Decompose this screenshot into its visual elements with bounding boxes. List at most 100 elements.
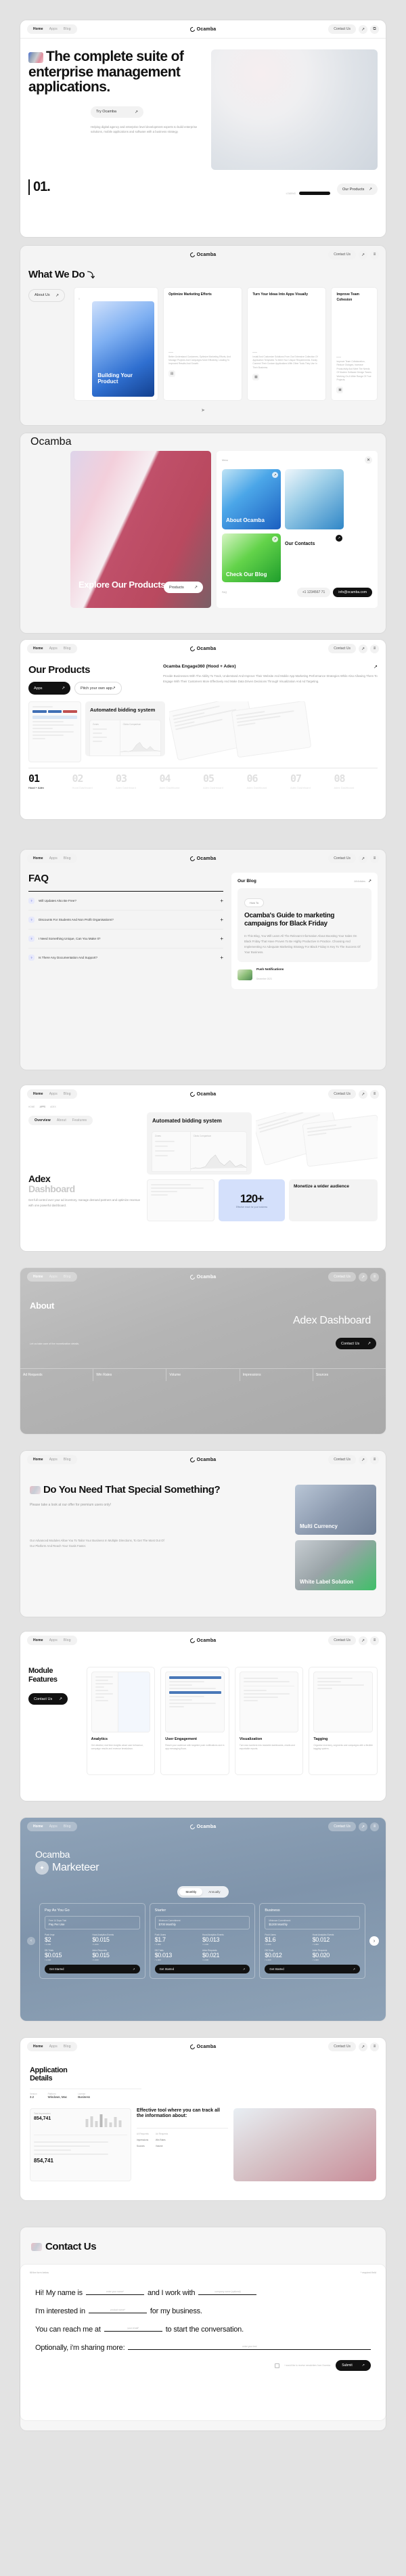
module-card[interactable]: Visualization Turn raw numbers into read… <box>234 1667 304 1775</box>
get-started-button[interactable]: Get Started ↗ <box>265 1965 361 1973</box>
email-field[interactable]: your email* <box>104 2323 162 2332</box>
faq-item[interactable]: ? Discounts For Students And Non Profit … <box>28 911 223 930</box>
nav-item-blog[interactable]: Blog <box>64 856 71 860</box>
feature-card[interactable]: ○ Building Your Product <box>74 287 159 401</box>
nav-links[interactable]: Home Apps Blog <box>27 24 77 34</box>
nav-item-home[interactable]: Home <box>33 1825 43 1829</box>
menu-tile-blog[interactable]: ↗ Check Our Blog <box>222 533 281 582</box>
contact-us-chip[interactable]: Contact Us <box>328 854 356 863</box>
brand-logo[interactable]: Ocamba <box>179 251 227 258</box>
nav-links[interactable]: Home Apps Blog <box>27 1822 77 1831</box>
menu-icon[interactable]: ≡ <box>370 1822 379 1831</box>
arrow-up-right-icon[interactable]: ↗ <box>359 1636 367 1645</box>
brand-logo[interactable]: Ocamba <box>27 436 71 448</box>
module-card[interactable]: Tagging Organise inventory, segments and… <box>309 1667 378 1775</box>
adex-tabs[interactable]: Overview About Features <box>28 1116 93 1125</box>
product-index-item[interactable]: 06 Adex Dashboard <box>247 772 291 790</box>
brand-logo[interactable]: Ocamba <box>179 2043 227 2050</box>
company-field[interactable]: company name (optional) <box>198 2286 257 2295</box>
arrow-up-right-icon[interactable]: ↗ <box>359 1455 367 1464</box>
get-started-button[interactable]: Get Started ↗ <box>45 1965 140 1973</box>
product-index-item[interactable]: 02 Hood Dashboard <box>72 772 116 790</box>
contact-us-chip[interactable]: Contact Us <box>328 1455 356 1464</box>
nav-links[interactable]: Home Apps Blog <box>27 1272 77 1282</box>
pricing-card[interactable]: Starter Minimum Commitment $700 Monthly … <box>149 1903 256 1979</box>
nav-item-apps[interactable]: Apps <box>49 647 58 651</box>
submit-button[interactable]: Submit ↗ <box>336 2360 371 2371</box>
dashboard-screenshot[interactable]: Total Impressions 854,741 854,741 <box>30 2108 131 2181</box>
arrow-up-right-icon[interactable]: ↗ <box>359 24 367 34</box>
arrow-up-right-icon[interactable]: ↗ <box>359 854 367 863</box>
tab-about[interactable]: About <box>57 1118 66 1122</box>
arrow-up-right-icon[interactable]: ↗ <box>368 879 371 883</box>
get-started-button[interactable]: Get Started ↗ <box>154 1965 250 1973</box>
message-field[interactable]: enter your text <box>128 2341 371 2350</box>
arrow-up-right-icon[interactable]: ↗ <box>359 250 367 259</box>
nav-item-blog[interactable]: Blog <box>64 1275 71 1279</box>
nav-links[interactable]: Home Apps Blog <box>27 2042 77 2051</box>
contact-us-chip[interactable]: Contact Us <box>328 1272 356 1282</box>
faq-item[interactable]: ? Will Updates Also Be Free? + <box>28 892 223 911</box>
our-products-button[interactable]: Our Products ↗ <box>337 183 378 195</box>
brand-logo[interactable]: Ocamba <box>179 1456 227 1463</box>
brand-logo[interactable]: Ocamba <box>179 1823 227 1830</box>
arrow-up-right-icon[interactable]: ↗ <box>359 1272 367 1282</box>
brand-logo[interactable]: Ocamba <box>179 1091 227 1097</box>
product-index-item[interactable]: 05 Adex Dashboard <box>203 772 247 790</box>
nav-item-apps[interactable]: Apps <box>49 856 58 860</box>
nav-item-home[interactable]: Home <box>33 1458 43 1462</box>
pitch-app-button[interactable]: Pitch your own app ↗ <box>74 682 122 695</box>
product-index-item[interactable]: 03 Adex Dashboard <box>116 772 160 790</box>
automated-bidding-card[interactable]: Automated bidding system Zones Clicks Co… <box>85 701 165 756</box>
dashboard-screenshot[interactable] <box>147 1179 215 1221</box>
nav-item-apps[interactable]: Apps <box>49 1092 58 1096</box>
nav-item-home[interactable]: Home <box>33 27 43 31</box>
arrow-up-right-icon[interactable]: ↗ <box>359 1822 367 1831</box>
menu-icon[interactable]: ≡ <box>370 1272 379 1282</box>
menu-icon[interactable]: ≡ <box>370 250 379 259</box>
nav-links[interactable]: Home Apps Blog <box>27 644 77 653</box>
contact-us-chip[interactable]: Contact Us <box>328 1636 356 1645</box>
contact-us-button[interactable]: Contact Us ↗ <box>28 1693 68 1705</box>
module-card[interactable]: Analytics Get detailed, real time insigh… <box>86 1667 156 1775</box>
nav-item-blog[interactable]: Blog <box>64 1638 71 1642</box>
monetize-card[interactable]: Monetize a wider audience <box>289 1179 378 1221</box>
what-we-do-card[interactable]: Optimize Marketing Efforts Better Unders… <box>163 287 243 401</box>
link-icon[interactable]: ⧉ <box>370 24 379 34</box>
menu-icon[interactable]: ≡ <box>370 1636 379 1645</box>
contact-us-chip[interactable]: Contact Us <box>328 1822 356 1831</box>
arrow-up-right-icon[interactable]: ↗ <box>359 1089 367 1099</box>
brand-logo[interactable]: Ocamba <box>179 26 227 32</box>
nav-item-home[interactable]: Home <box>33 856 43 860</box>
try-ocamba-button[interactable]: Try Ocamba ↗ <box>91 106 143 118</box>
toggle-monthly[interactable]: Monthly <box>179 1888 203 1896</box>
nav-item-blog[interactable]: Blog <box>64 2045 71 2049</box>
nav-item-apps[interactable]: Apps <box>49 2045 58 2049</box>
menu-icon[interactable]: ≡ <box>370 1455 379 1464</box>
arrow-up-right-icon[interactable]: ↗ <box>359 2042 367 2051</box>
breadcrumb-adex[interactable]: ADEX <box>50 1106 56 1108</box>
nav-item-blog[interactable]: Blog <box>64 1092 71 1096</box>
nav-item-home[interactable]: Home <box>33 2045 43 2049</box>
tab-features[interactable]: Features <box>72 1118 87 1122</box>
product-index-row[interactable]: 01 Hood + Adex 02 Hood Dashboard 03 Adex… <box>28 772 378 790</box>
product-index-item[interactable]: 04 Adex Dashboard <box>160 772 204 790</box>
brand-logo[interactable]: Ocamba <box>179 645 227 652</box>
featured-blog-card[interactable]: How To Ocamba's Guide to marketing campa… <box>238 888 371 962</box>
nav-item-blog[interactable]: Blog <box>64 647 71 651</box>
faq-item[interactable]: ? I Need Something Unique, Can You Make … <box>28 930 223 948</box>
module-card[interactable]: User Engagement Reach your audience with… <box>160 1667 229 1775</box>
chevron-left-icon[interactable]: ‹ <box>27 1937 35 1945</box>
arrow-up-right-icon[interactable]: ↗ <box>359 644 367 653</box>
product-index-item[interactable]: 08 Adex Dashboard <box>334 772 378 790</box>
contact-us-chip[interactable]: Contact Us <box>328 2042 356 2051</box>
product-screenshot[interactable] <box>28 701 81 762</box>
nav-item-home[interactable]: Home <box>33 1638 43 1642</box>
brand-logo[interactable]: Ocamba <box>179 1637 227 1644</box>
nav-item-apps[interactable]: Apps <box>49 1458 58 1462</box>
nav-item-apps[interactable]: Apps <box>49 1638 58 1642</box>
white-label-tile[interactable]: White Label Solution ocamba <box>295 1540 376 1590</box>
breadcrumb-home[interactable]: HOME <box>28 1106 35 1108</box>
menu-icon[interactable]: ≡ <box>370 854 379 863</box>
nav-links[interactable]: Home Apps Blog <box>27 1089 77 1099</box>
